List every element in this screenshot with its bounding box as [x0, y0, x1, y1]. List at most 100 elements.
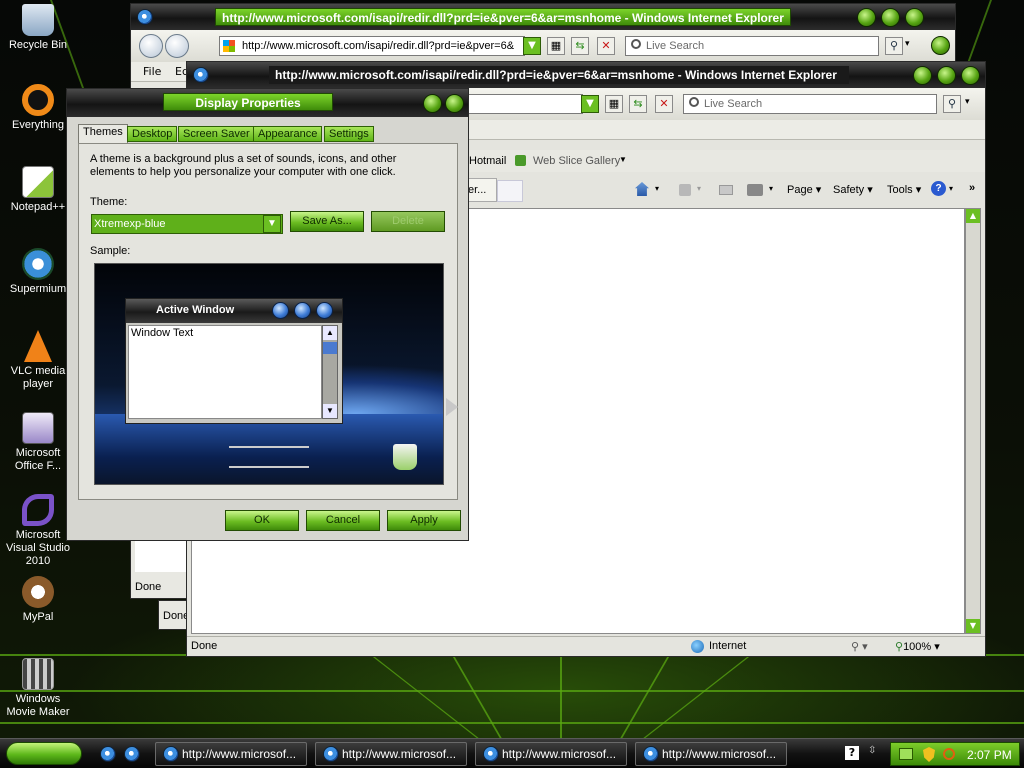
menu-file[interactable]: File — [143, 65, 161, 78]
vertical-scrollbar[interactable]: ▲ ▼ — [965, 208, 981, 634]
favorite-link-web-slice-gallery[interactable]: Web Slice Gallery — [533, 155, 620, 167]
close-button[interactable] — [905, 8, 924, 27]
more-commands-icon[interactable]: » — [969, 182, 975, 194]
security-zone[interactable]: Internet — [709, 640, 746, 652]
ok-button[interactable]: OK — [225, 510, 299, 531]
safety-menu[interactable]: Safety ▾ — [833, 183, 873, 196]
scroll-up-button[interactable]: ▲ — [966, 209, 980, 223]
chevron-down-icon[interactable]: ▼ — [263, 215, 281, 233]
search-tray-icon[interactable] — [943, 748, 955, 760]
zoom-value: 100% — [903, 641, 932, 653]
tab-screen-saver[interactable]: Screen Saver — [178, 126, 255, 142]
title-bar[interactable]: Display Properties — [67, 89, 468, 117]
favorite-link-hotmail[interactable]: Hotmail — [469, 155, 506, 167]
desktop-icon-mypal[interactable]: MyPal — [0, 576, 76, 624]
start-button[interactable] — [6, 742, 82, 765]
windows-logo-icon — [223, 40, 235, 52]
address-dropdown-button[interactable]: ▼ — [581, 95, 599, 113]
back-button[interactable] — [139, 34, 163, 58]
system-tray: 2:07 PM — [890, 742, 1020, 766]
search-input[interactable]: Live Search — [683, 94, 937, 114]
mail-icon[interactable] — [719, 185, 733, 195]
search-options-icon[interactable]: ▾ — [965, 97, 970, 107]
ie-icon — [137, 9, 153, 25]
desktop-icon-movie-maker[interactable]: Windows Movie Maker — [0, 658, 76, 719]
tab-settings[interactable]: Settings — [324, 126, 374, 142]
desktop-icon-everything[interactable]: Everything — [0, 84, 76, 132]
search-button[interactable]: ⚲ — [885, 37, 903, 55]
save-as-button[interactable]: Save As... — [290, 211, 364, 232]
protected-mode-icon[interactable]: ⚲ ▾ — [851, 640, 868, 653]
desktop-icon-label: Notepad++ — [10, 201, 66, 213]
tab-appearance[interactable]: Appearance — [253, 126, 323, 142]
help-button[interactable] — [423, 94, 442, 113]
stop-icon[interactable]: ✕ — [655, 95, 673, 113]
scroll-down-button[interactable]: ▼ — [966, 619, 980, 633]
apply-button[interactable]: Apply — [387, 510, 461, 531]
desktop-icon-supermium[interactable]: Supermium — [0, 248, 76, 296]
address-bar[interactable]: http://www.microsoft.com/isapi/redir.dll… — [219, 36, 525, 56]
search-input[interactable]: Live Search — [625, 36, 879, 56]
theme-select[interactable]: Xtremexp-blue ▼ — [91, 214, 283, 234]
desktop-icon-notepadpp[interactable]: Notepad++ — [0, 166, 76, 214]
maximize-icon — [294, 302, 311, 319]
rss-feed-icon[interactable] — [679, 184, 691, 196]
refresh-icon[interactable]: ⇆ — [629, 95, 647, 113]
chevron-down-icon[interactable]: ▾ — [949, 184, 953, 193]
quick-launch-ie-icon[interactable] — [100, 746, 116, 762]
title-bar[interactable]: http://www.microsoft.com/isapi/redir.dll… — [131, 4, 955, 30]
search-button[interactable]: ⚲ — [943, 95, 961, 113]
chevron-down-icon[interactable]: ▾ — [769, 184, 773, 193]
stop-icon[interactable]: ✕ — [597, 37, 615, 55]
sample-window-text: Window Text — [131, 327, 194, 339]
desktop-icon-office[interactable]: Microsoft Office F... — [0, 412, 76, 473]
forward-button[interactable] — [165, 34, 189, 58]
ie-icon — [163, 746, 179, 762]
search-icon — [631, 39, 641, 49]
compatibility-icon[interactable]: ▦ — [605, 95, 623, 113]
task-label: http://www.microsof... — [502, 747, 617, 761]
task-label: http://www.microsof... — [182, 747, 297, 761]
mass-effect-logo — [229, 446, 309, 468]
refresh-icon[interactable]: ⇆ — [571, 37, 589, 55]
zoom-level[interactable]: ⚲100% ▾ — [895, 640, 940, 653]
maximize-button[interactable] — [881, 8, 900, 27]
tray-expand-icon[interactable]: ⇳ — [868, 745, 876, 756]
tab-themes[interactable]: Themes — [78, 124, 128, 144]
extra-button[interactable] — [931, 36, 950, 55]
mouse-cursor — [446, 398, 458, 416]
network-icon[interactable] — [899, 748, 913, 760]
chevron-down-icon[interactable]: ▼ — [619, 155, 627, 164]
maximize-button[interactable] — [937, 66, 956, 85]
print-icon[interactable] — [747, 184, 763, 196]
close-button[interactable] — [445, 94, 464, 113]
minimize-button[interactable] — [857, 8, 876, 27]
chevron-down-icon[interactable]: ▾ — [655, 184, 659, 193]
title-bar[interactable]: http://www.microsoft.com/isapi/redir.dll… — [187, 62, 985, 88]
compatibility-icon[interactable]: ▦ — [547, 37, 565, 55]
quick-launch-ie-alt-icon[interactable] — [124, 746, 140, 762]
desktop-icon-visual-studio[interactable]: Microsoft Visual Studio 2010 — [0, 494, 76, 568]
chevron-down-icon[interactable]: ▾ — [697, 184, 701, 193]
cancel-button[interactable]: Cancel — [306, 510, 380, 531]
search-options-icon[interactable]: ▾ — [905, 39, 910, 49]
close-icon — [316, 302, 333, 319]
clock[interactable]: 2:07 PM — [967, 748, 1012, 762]
minimize-button[interactable] — [913, 66, 932, 85]
mypal-icon — [22, 576, 54, 608]
page-menu[interactable]: Page ▾ — [787, 183, 821, 196]
tab-desktop[interactable]: Desktop — [127, 126, 178, 142]
tools-menu[interactable]: Tools ▾ — [887, 183, 921, 196]
help-icon[interactable]: ? — [845, 746, 859, 760]
close-button[interactable] — [961, 66, 980, 85]
help-icon[interactable]: ? — [931, 181, 946, 196]
home-icon[interactable] — [635, 182, 649, 196]
security-shield-icon[interactable] — [923, 747, 935, 762]
desktop-icon-recycle-bin[interactable]: Recycle Bin — [0, 4, 76, 52]
search-icon — [689, 97, 699, 107]
address-dropdown-button[interactable]: ▼ — [523, 37, 541, 55]
recycle-bin-icon — [393, 444, 417, 470]
new-tab-button[interactable] — [497, 180, 523, 202]
desktop-icon-vlc[interactable]: VLC media player — [0, 330, 76, 391]
notepad-plus-plus-icon — [22, 166, 54, 198]
